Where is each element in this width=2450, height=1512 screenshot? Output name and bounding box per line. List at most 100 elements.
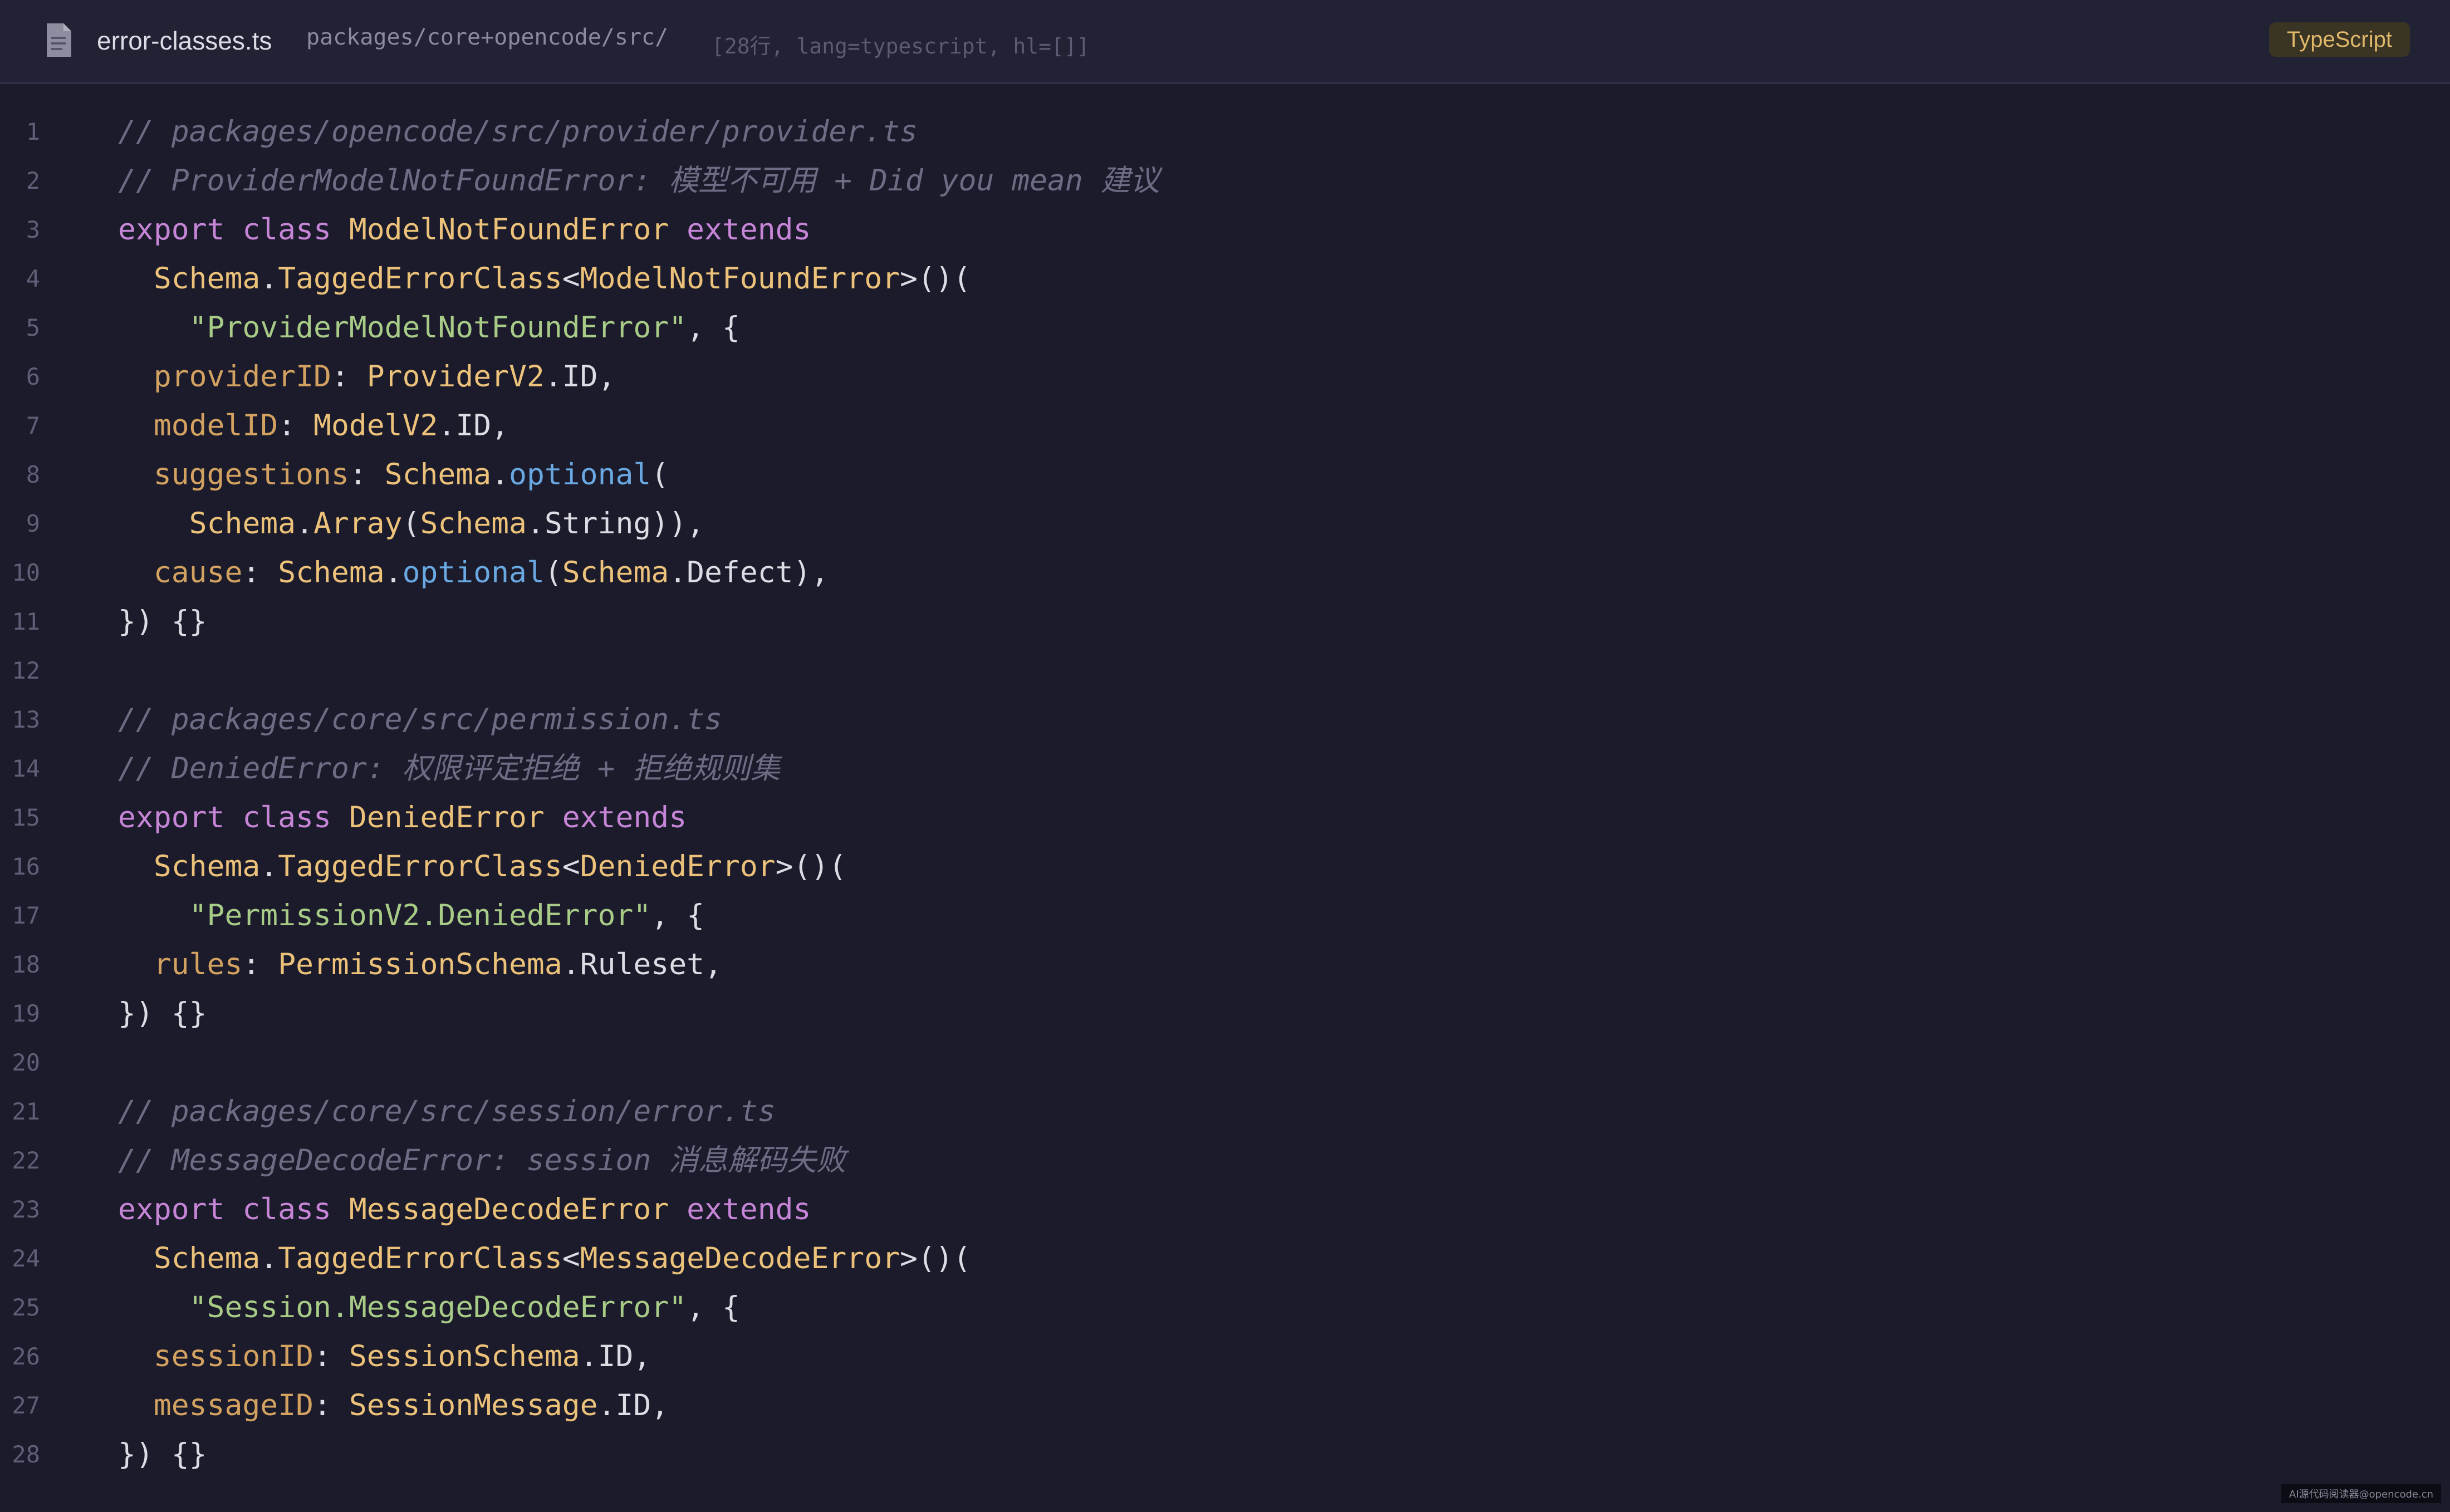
- code-line: 15 export class DeniedError extends: [0, 793, 2450, 842]
- line-number: 14: [12, 755, 40, 782]
- line-number: 24: [12, 1245, 40, 1272]
- line-number: 12: [12, 657, 40, 684]
- file-meta: [28行, lang=typescript, hl=[]]: [712, 34, 1090, 58]
- code-token: extends: [669, 213, 811, 247]
- code-token: sessionID: [153, 1339, 314, 1373]
- file-path: packages/core+opencode/src/: [306, 24, 669, 50]
- code-token: Schema: [189, 507, 296, 541]
- code-token: messageID: [153, 1388, 314, 1422]
- line-code: // packages/opencode/src/provider/provid…: [118, 107, 918, 156]
- line-code: }) {}: [118, 989, 207, 1038]
- code-token: .ID,: [597, 1388, 669, 1422]
- line-number: 3: [26, 216, 40, 243]
- code-token: export class: [118, 213, 349, 247]
- code-token: modelID: [153, 409, 278, 443]
- line-number: 8: [26, 461, 40, 488]
- code-token: }) {}: [118, 605, 207, 639]
- code-token: // DeniedError: 权限评定拒绝 + 拒绝规则集: [118, 752, 781, 786]
- code-token: MessageDecodeError: [580, 1241, 900, 1275]
- code-token: "PermissionV2.DeniedError": [189, 899, 651, 932]
- code-token: ModelV2: [313, 409, 438, 443]
- code-token: :: [349, 458, 385, 492]
- line-number: 22: [12, 1147, 40, 1174]
- line-code: export class ModelNotFoundError extends: [118, 205, 811, 254]
- code-token: export class: [118, 1192, 349, 1226]
- code-token: Schema: [562, 556, 669, 590]
- code-token: .: [260, 850, 278, 883]
- code-token: // packages/core/src/permission.ts: [118, 703, 722, 737]
- line-code: }) {}: [118, 597, 207, 646]
- line-number: 17: [12, 902, 40, 929]
- watermark: AI源代码阅读器@opencode.cn: [2281, 1484, 2441, 1503]
- line-number: 25: [12, 1294, 40, 1321]
- code-token: SessionMessage: [349, 1388, 598, 1422]
- line-code: sessionID: SessionSchema.ID,: [118, 1332, 651, 1381]
- code-token: providerID: [153, 360, 331, 394]
- code-token: Schema: [384, 458, 492, 492]
- code-token: Schema: [420, 507, 527, 541]
- line-number: 16: [12, 853, 40, 880]
- code-token: // MessageDecodeError: session 消息解码失败: [118, 1143, 846, 1177]
- code-token: .: [260, 262, 278, 296]
- code-line: 26 sessionID: SessionSchema.ID,: [0, 1332, 2450, 1381]
- code-token: // packages/core/src/session/error.ts: [118, 1094, 776, 1128]
- code-token: (: [651, 458, 669, 492]
- code-token: >()(: [775, 850, 847, 883]
- code-token: :: [313, 1339, 349, 1373]
- code-line: 3 export class ModelNotFoundError extends: [0, 205, 2450, 254]
- code-token: >()(: [900, 1241, 971, 1275]
- code-token: .: [384, 556, 403, 590]
- code-token: DeniedError: [349, 801, 545, 834]
- file-name: error-classes.ts: [97, 26, 272, 55]
- code-token: ModelNotFoundError: [580, 262, 900, 296]
- line-code: Schema.Array(Schema.String)),: [118, 499, 704, 548]
- line-code: // MessageDecodeError: session 消息解码失败: [118, 1136, 846, 1185]
- line-number: 6: [26, 363, 40, 390]
- line-number: 1: [26, 118, 40, 145]
- code-line: 6 providerID: ProviderV2.ID,: [0, 352, 2450, 401]
- code-token: extends: [544, 801, 687, 834]
- line-number: 4: [26, 265, 40, 292]
- code-token: >()(: [900, 262, 971, 296]
- code-token: :: [278, 409, 314, 443]
- line-code: modelID: ModelV2.ID,: [118, 401, 509, 450]
- code-token: .String)),: [526, 507, 705, 541]
- code-line: 10 cause: Schema.optional(Schema.Defect)…: [0, 548, 2450, 597]
- code-view[interactable]: 1 // packages/opencode/src/provider/provi…: [0, 107, 2450, 1479]
- line-number: 21: [12, 1098, 40, 1125]
- code-token: PermissionSchema: [278, 948, 562, 981]
- code-token: optional: [509, 458, 651, 492]
- code-token: cause: [153, 556, 243, 590]
- file-header: error-classes.ts packages/core+opencode/…: [0, 0, 2450, 84]
- line-code: suggestions: Schema.optional(: [118, 450, 669, 499]
- code-line: 5 "ProviderModelNotFoundError", {: [0, 303, 2450, 352]
- line-number: 15: [12, 804, 40, 831]
- code-token: }) {}: [118, 1437, 207, 1471]
- code-token: :: [331, 360, 367, 394]
- line-number: 2: [26, 167, 40, 194]
- line-number: 11: [12, 608, 40, 635]
- code-token: // packages/opencode/src/provider/provid…: [118, 115, 918, 149]
- code-token: <: [562, 262, 580, 296]
- code-token: .: [491, 458, 509, 492]
- code-token: ModelNotFoundError: [349, 213, 669, 247]
- line-number: 9: [26, 510, 40, 537]
- line-code: export class DeniedError extends: [118, 793, 687, 842]
- code-token: TaggedErrorClass: [278, 1241, 562, 1275]
- code-line: 18 rules: PermissionSchema.Ruleset,: [0, 940, 2450, 989]
- code-token: (: [402, 507, 420, 541]
- document-icon: [47, 23, 71, 57]
- code-token: .ID,: [438, 409, 509, 443]
- line-code: "ProviderModelNotFoundError", {: [118, 303, 740, 352]
- line-code: // packages/core/src/permission.ts: [118, 695, 722, 744]
- code-line: 2 // ProviderModelNotFoundError: 模型不可用 + …: [0, 156, 2450, 205]
- line-code: // packages/core/src/session/error.ts: [118, 1087, 776, 1136]
- code-token: .Ruleset,: [562, 948, 722, 981]
- line-number: 27: [12, 1392, 40, 1419]
- code-token: TaggedErrorClass: [278, 850, 562, 883]
